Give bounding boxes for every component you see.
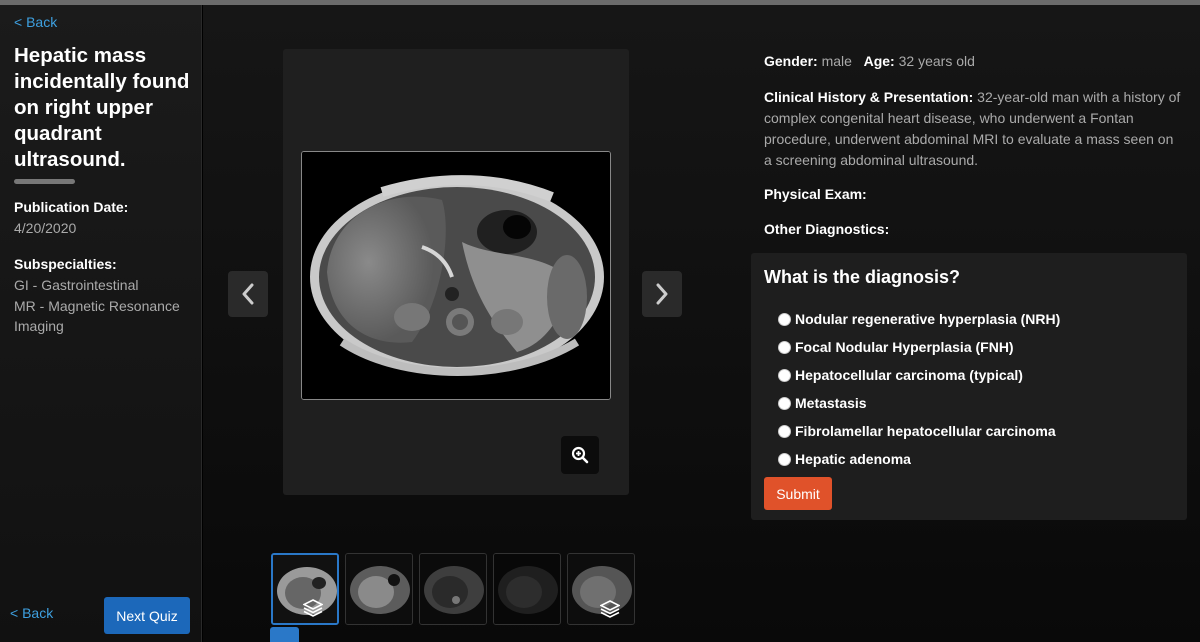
gender-value: male xyxy=(821,53,852,69)
answer-label: Hepatic adenoma xyxy=(795,451,911,467)
answer-label: Focal Nodular Hyperplasia (FNH) xyxy=(795,339,1014,355)
answer-option[interactable]: Metastasis xyxy=(778,389,1060,417)
answer-option[interactable]: Focal Nodular Hyperplasia (FNH) xyxy=(778,333,1060,361)
quiz-question: What is the diagnosis? xyxy=(764,267,961,287)
age-label: Age: xyxy=(863,53,895,69)
subspecialties-label: Subspecialties: xyxy=(14,256,117,272)
gender-label: Gender: xyxy=(764,53,818,69)
thumbnail-1[interactable] xyxy=(271,553,339,625)
other-diagnostics-label: Other Diagnostics: xyxy=(764,221,890,237)
next-quiz-button[interactable]: Next Quiz xyxy=(104,597,190,634)
submit-button[interactable]: Submit xyxy=(764,477,832,510)
case-sidebar: < Back Hepatic mass incidentally found o… xyxy=(0,5,202,642)
diagnosis-quiz: What is the diagnosis? Nodular regenerat… xyxy=(751,253,1187,520)
chevron-left-icon xyxy=(242,283,254,305)
title-divider xyxy=(14,179,75,184)
next-image-button[interactable] xyxy=(642,271,682,317)
publication-date: 4/20/2020 xyxy=(14,220,77,236)
subspecialties-list: GI - Gastrointestinal MR - Magnetic Reso… xyxy=(14,275,194,337)
back-link-top[interactable]: < Back xyxy=(14,14,57,30)
physical-exam-label: Physical Exam: xyxy=(764,186,867,202)
subspecialty-item: MR - Magnetic Resonance Imaging xyxy=(14,297,180,335)
thumbnail-strip xyxy=(271,553,635,625)
zoom-in-icon xyxy=(571,446,589,464)
other-diagnostics: Other Diagnostics: xyxy=(764,219,889,240)
layers-icon xyxy=(303,599,323,617)
answer-label: Hepatocellular carcinoma (typical) xyxy=(795,367,1023,383)
answer-label: Metastasis xyxy=(795,395,867,411)
answer-option[interactable]: Hepatocellular carcinoma (typical) xyxy=(778,361,1060,389)
answer-options: Nodular regenerative hyperplasia (NRH) F… xyxy=(778,305,1060,473)
mri-image[interactable] xyxy=(301,151,611,400)
answer-option[interactable]: Nodular regenerative hyperplasia (NRH) xyxy=(778,305,1060,333)
publication-date-label: Publication Date: xyxy=(14,199,129,215)
answer-option[interactable]: Hepatic adenoma xyxy=(778,445,1060,473)
thumbnail-3[interactable] xyxy=(419,553,487,625)
chevron-right-icon xyxy=(656,283,668,305)
main-content: Gender: male Age: 32 years old Clinical … xyxy=(203,5,1200,642)
radio-button[interactable] xyxy=(778,396,791,410)
thumbnail-4[interactable] xyxy=(493,553,561,625)
layers-icon xyxy=(600,600,620,618)
radio-button[interactable] xyxy=(778,452,791,466)
clinical-history: Clinical History & Presentation: 32-year… xyxy=(764,87,1184,171)
history-label: Clinical History & Presentation: xyxy=(764,89,974,105)
demographics: Gender: male Age: 32 years old xyxy=(764,51,975,72)
answer-option[interactable]: Fibrolamellar hepatocellular carcinoma xyxy=(778,417,1060,445)
answer-label: Fibrolamellar hepatocellular carcinoma xyxy=(795,423,1056,439)
thumbnail-5[interactable] xyxy=(567,553,635,625)
radio-button[interactable] xyxy=(778,312,791,326)
previous-image-button[interactable] xyxy=(228,271,268,317)
case-title: Hepatic mass incidentally found on right… xyxy=(14,44,190,171)
thumbnail-scroll-indicator[interactable] xyxy=(270,627,299,642)
age-value: 32 years old xyxy=(898,53,975,69)
zoom-button[interactable] xyxy=(561,436,599,474)
radio-button[interactable] xyxy=(778,424,791,438)
answer-label: Nodular regenerative hyperplasia (NRH) xyxy=(795,311,1061,327)
subspecialty-item: GI - Gastrointestinal xyxy=(14,277,139,293)
image-viewer xyxy=(283,49,629,495)
back-link-bottom[interactable]: < Back xyxy=(10,605,53,621)
radio-button[interactable] xyxy=(778,368,791,382)
radio-button[interactable] xyxy=(778,340,791,354)
physical-exam: Physical Exam: xyxy=(764,184,867,205)
thumbnail-2[interactable] xyxy=(345,553,413,625)
